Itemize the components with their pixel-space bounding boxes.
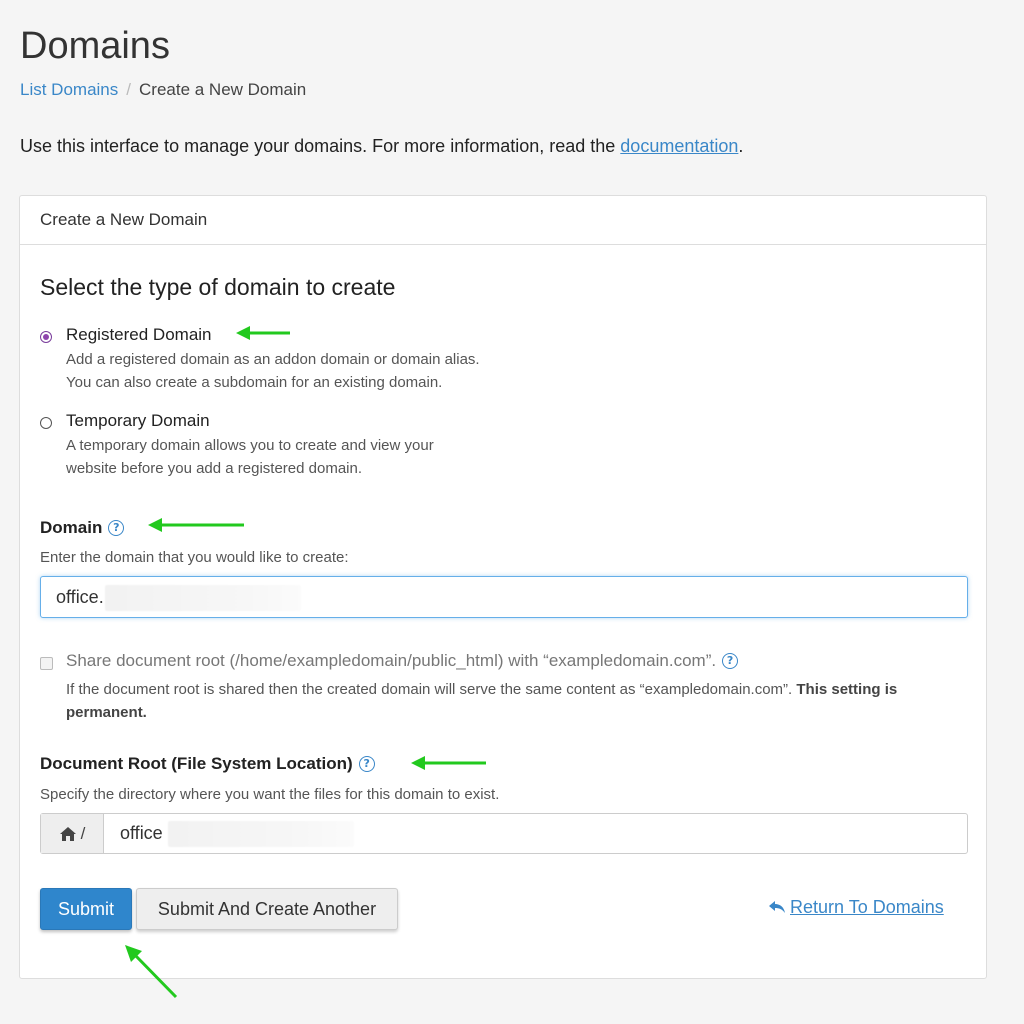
intro-text-body: Use this interface to manage your domain…: [20, 136, 621, 156]
return-to-domains-link[interactable]: Return To Domains: [768, 897, 944, 918]
breadcrumb: List Domains / Create a New Domain: [20, 79, 306, 101]
domain-input[interactable]: office.: [40, 576, 968, 618]
registered-domain-desc-line2: You can also create a subdomain for an e…: [66, 374, 443, 391]
section-title: Select the type of domain to create: [40, 274, 396, 300]
page-title: Domains: [20, 25, 170, 67]
breadcrumb-separator: /: [126, 80, 131, 99]
docroot-field-label: Document Root (File System Location)?: [40, 754, 375, 774]
submit-and-create-another-button[interactable]: Submit And Create Another: [136, 888, 398, 930]
docroot-label-text: Document Root (File System Location): [40, 754, 353, 773]
breadcrumb-list-domains-link[interactable]: List Domains: [20, 80, 118, 99]
temporary-domain-desc-line1: A temporary domain allows you to create …: [66, 437, 434, 454]
docroot-prefix-text: /: [80, 823, 86, 843]
reply-icon: [769, 901, 785, 913]
panel-header: Create a New Domain: [20, 196, 986, 245]
temporary-domain-radio[interactable]: [40, 417, 52, 429]
question-circle-icon[interactable]: ?: [108, 520, 125, 536]
docroot-input-value: office: [120, 823, 163, 843]
docroot-input-group: / office: [40, 813, 968, 854]
intro-text-suffix: .: [738, 136, 744, 156]
temporary-domain-label[interactable]: Temporary Domain: [66, 411, 210, 431]
redacted-blur: [168, 821, 354, 847]
docroot-help-text: Specify the directory where you want the…: [40, 786, 500, 803]
domain-field-label: Domain?: [40, 518, 125, 538]
temporary-domain-desc-line2: website before you add a registered doma…: [66, 460, 363, 477]
registered-domain-label[interactable]: Registered Domain: [66, 325, 212, 345]
registered-domain-radio[interactable]: [40, 331, 52, 343]
domain-input-value: office.: [56, 587, 104, 607]
share-docroot-label[interactable]: Share document root (/home/exampledomain…: [66, 651, 739, 671]
submit-button[interactable]: Submit: [40, 888, 132, 930]
docroot-prefix-addon: /: [41, 814, 104, 853]
domain-help-text: Enter the domain that you would like to …: [40, 549, 349, 566]
breadcrumb-current: Create a New Domain: [139, 80, 307, 99]
question-circle-icon[interactable]: ?: [358, 756, 375, 772]
registered-domain-desc-line1: Add a registered domain as an addon doma…: [66, 351, 480, 368]
share-docroot-label-text: Share document root (/home/exampledomain…: [66, 651, 717, 670]
docroot-input[interactable]: office: [104, 814, 967, 853]
share-docroot-desc-text: If the document root is shared then the …: [66, 681, 797, 698]
redacted-blur: [105, 585, 301, 611]
documentation-link[interactable]: documentation: [620, 136, 738, 156]
domain-label-text: Domain: [40, 518, 103, 537]
intro-text: Use this interface to manage your domain…: [20, 135, 743, 157]
temporary-domain-description: A temporary domain allows you to create …: [66, 434, 434, 480]
question-circle-icon[interactable]: ?: [722, 653, 739, 669]
share-docroot-checkbox[interactable]: [40, 657, 53, 670]
create-domain-panel: Create a New Domain Select the type of d…: [19, 195, 987, 979]
home-icon: [59, 826, 76, 841]
share-docroot-description: If the document root is shared then the …: [66, 678, 966, 724]
registered-domain-description: Add a registered domain as an addon doma…: [66, 348, 480, 394]
return-to-domains-text: Return To Domains: [790, 897, 944, 917]
